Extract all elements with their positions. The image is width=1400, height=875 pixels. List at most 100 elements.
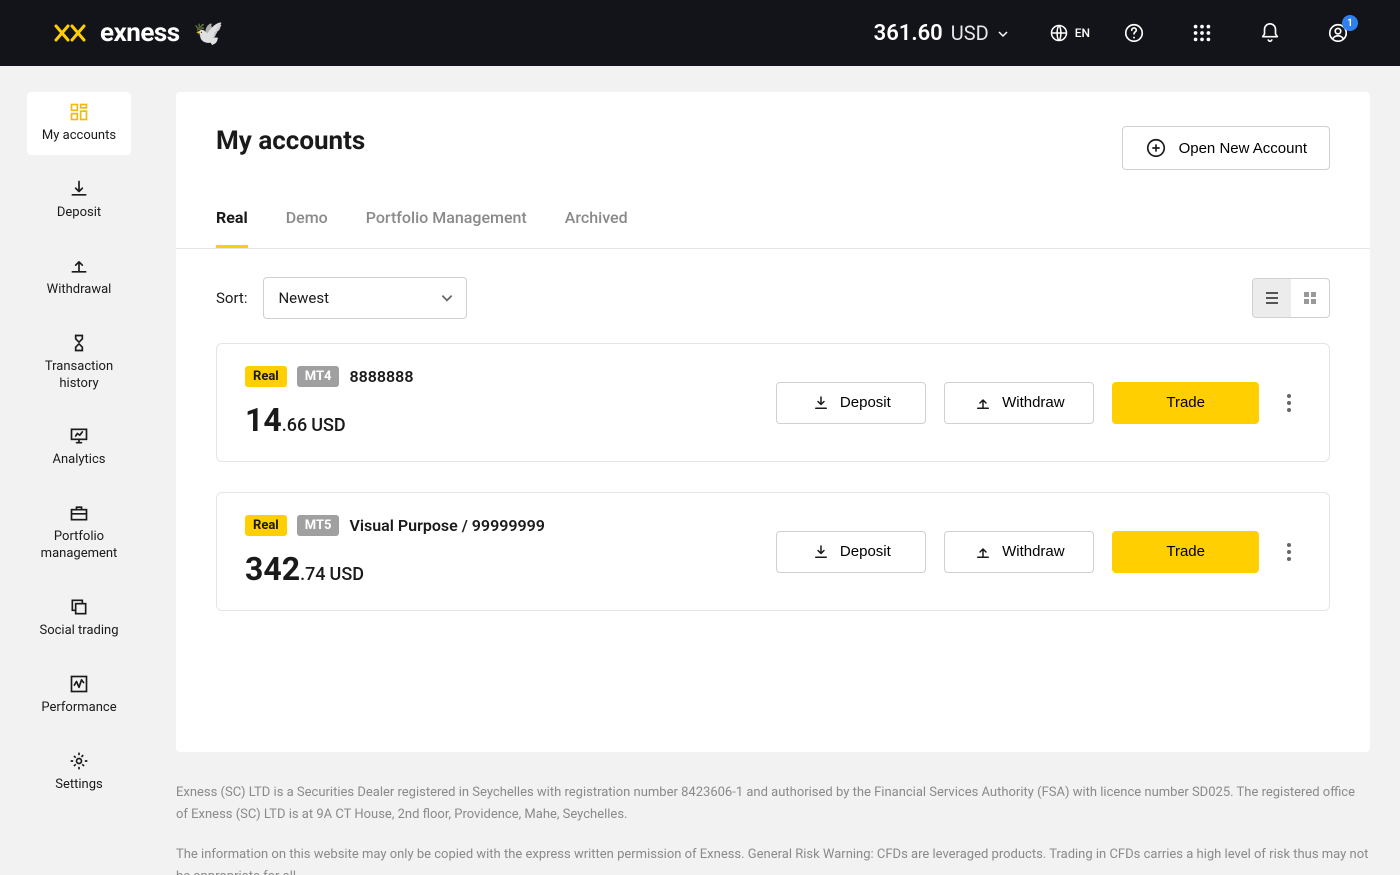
balance-currency: USD — [951, 21, 989, 45]
footer-paragraph: The information on this website may only… — [176, 844, 1370, 875]
withdraw-button[interactable]: Withdraw — [944, 382, 1094, 424]
help-button[interactable] — [1108, 13, 1160, 53]
language-selector[interactable]: EN — [1049, 23, 1090, 43]
sidebar-label: Analytics — [53, 452, 106, 469]
account-tabs: Real Demo Portfolio Management Archived — [176, 180, 1370, 249]
accounts-list: Real MT4 8888888 14 .66 USD — [176, 343, 1370, 611]
account-type-badge: Real — [245, 515, 287, 536]
brand-logo[interactable]: exness 🕊️ — [54, 18, 224, 48]
sidebar-label: Social trading — [39, 623, 118, 640]
balance-decimal: .74 — [300, 564, 325, 585]
account-card: Real MT4 8888888 14 .66 USD — [216, 343, 1330, 462]
sidebar-label: Portfolio management — [31, 529, 127, 563]
sidebar-item-analytics[interactable]: Analytics — [27, 416, 131, 479]
platform-badge: MT5 — [297, 515, 340, 536]
download-icon — [812, 394, 830, 412]
balance-currency: USD — [311, 415, 345, 436]
sidebar-item-social-trading[interactable]: Social trading — [27, 587, 131, 650]
sidebar-item-settings[interactable]: Settings — [27, 741, 131, 804]
sidebar-label: Transaction history — [31, 359, 127, 393]
trade-button[interactable]: Trade — [1112, 531, 1259, 573]
open-new-account-label: Open New Account — [1179, 140, 1307, 157]
sidebar-item-my-accounts[interactable]: My accounts — [27, 92, 131, 155]
tab-demo[interactable]: Demo — [286, 208, 328, 248]
grid-small-icon — [1302, 290, 1318, 306]
balance-amount: 361.60 — [874, 21, 943, 46]
notification-badge: 1 — [1342, 15, 1358, 31]
account-balance: 14 .66 USD — [245, 401, 413, 439]
account-name: Visual Purpose / 99999999 — [349, 516, 544, 535]
plus-circle-icon — [1145, 137, 1167, 159]
dashboard-icon — [69, 102, 89, 122]
grid-icon — [1191, 22, 1213, 44]
chevron-down-icon — [997, 28, 1009, 40]
briefcase-icon — [69, 503, 89, 523]
language-code: EN — [1075, 26, 1090, 40]
profile-button[interactable]: 1 — [1312, 13, 1364, 53]
chevron-down-icon — [440, 291, 454, 305]
gear-icon — [69, 751, 89, 771]
deposit-button[interactable]: Deposit — [776, 382, 926, 424]
presentation-icon — [69, 426, 89, 446]
footer-disclaimer: Exness (SC) LTD is a Securities Dealer r… — [176, 752, 1370, 875]
notifications-button[interactable] — [1244, 13, 1296, 53]
exness-logo-icon — [54, 22, 90, 44]
sidebar-item-portfolio-management[interactable]: Portfolio management — [27, 493, 131, 573]
download-icon — [812, 543, 830, 561]
balance-decimal: .66 — [282, 415, 307, 436]
account-type-badge: Real — [245, 366, 287, 387]
upload-icon — [974, 394, 992, 412]
sidebar-label: Settings — [55, 777, 102, 794]
upload-icon — [69, 256, 89, 276]
copy-icon — [69, 597, 89, 617]
more-vertical-icon — [1287, 543, 1291, 561]
platform-badge: MT4 — [297, 366, 340, 387]
apps-button[interactable] — [1176, 13, 1228, 53]
list-icon — [1264, 290, 1280, 306]
dove-icon: 🕊️ — [194, 19, 224, 47]
more-vertical-icon — [1287, 394, 1291, 412]
grid-view-button[interactable] — [1291, 279, 1329, 317]
balance-currency: USD — [330, 564, 364, 585]
sidebar-item-transaction-history[interactable]: Transaction history — [27, 323, 131, 403]
sidebar-item-withdrawal[interactable]: Withdrawal — [27, 246, 131, 309]
upload-icon — [974, 543, 992, 561]
header-balance[interactable]: 361.60 USD — [874, 21, 1009, 46]
sidebar-label: Performance — [41, 700, 116, 717]
list-view-button[interactable] — [1253, 279, 1291, 317]
activity-icon — [69, 674, 89, 694]
globe-icon — [1049, 23, 1069, 43]
sort-select[interactable]: Newest — [263, 277, 467, 319]
topbar: exness 🕊️ 361.60 USD EN 1 — [0, 0, 1400, 66]
sidebar-label: My accounts — [42, 128, 116, 145]
sidebar-label: Deposit — [57, 205, 101, 222]
sidebar-item-performance[interactable]: Performance — [27, 664, 131, 727]
help-icon — [1123, 22, 1145, 44]
main-panel: My accounts Open New Account Real Demo P… — [176, 92, 1370, 752]
footer-paragraph: Exness (SC) LTD is a Securities Dealer r… — [176, 782, 1370, 826]
sidebar-item-deposit[interactable]: Deposit — [27, 169, 131, 232]
open-new-account-button[interactable]: Open New Account — [1122, 126, 1330, 170]
balance-integer: 342 — [245, 550, 300, 588]
balance-integer: 14 — [245, 401, 282, 439]
sidebar-label: Withdrawal — [47, 282, 112, 299]
more-options-button[interactable] — [1277, 391, 1301, 415]
sidebar: My accounts Deposit Withdrawal Transacti… — [0, 66, 158, 875]
download-icon — [69, 179, 89, 199]
bell-icon — [1259, 22, 1281, 44]
more-options-button[interactable] — [1277, 540, 1301, 564]
tab-real[interactable]: Real — [216, 208, 248, 248]
sort-value: Newest — [278, 289, 329, 307]
account-name: 8888888 — [349, 367, 413, 386]
withdraw-button[interactable]: Withdraw — [944, 531, 1094, 573]
account-balance: 342 .74 USD — [245, 550, 545, 588]
trade-button[interactable]: Trade — [1112, 382, 1259, 424]
tab-archived[interactable]: Archived — [565, 208, 628, 248]
sort-label: Sort: — [216, 289, 247, 307]
hourglass-icon — [69, 333, 89, 353]
deposit-button[interactable]: Deposit — [776, 531, 926, 573]
brand-name: exness — [100, 18, 180, 48]
account-card: Real MT5 Visual Purpose / 99999999 342 .… — [216, 492, 1330, 611]
tab-portfolio-management[interactable]: Portfolio Management — [366, 208, 527, 248]
view-toggle — [1252, 278, 1330, 318]
